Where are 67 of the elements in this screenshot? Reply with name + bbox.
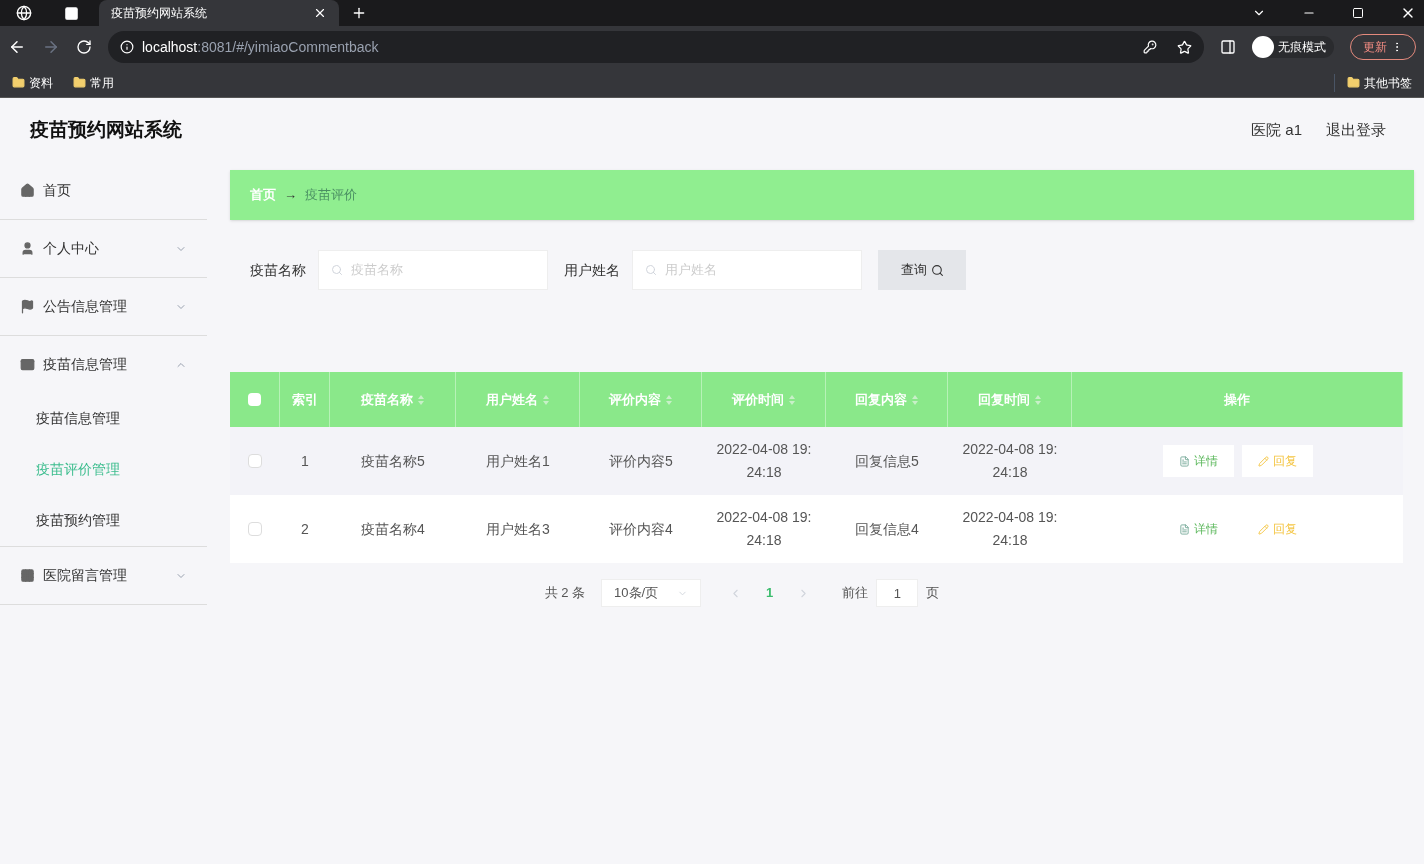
table-cell-text: 2022-04-08 19:24:18 xyxy=(715,440,813,482)
search-icon xyxy=(930,263,944,277)
menu-item[interactable]: 疫苗信息管理 xyxy=(0,336,207,393)
forward-icon[interactable] xyxy=(42,38,60,56)
total-count: 共 2 条 xyxy=(544,584,586,603)
close-icon[interactable] xyxy=(313,6,327,20)
submenu-item[interactable]: 疫苗预约管理 xyxy=(0,495,207,546)
folder-icon xyxy=(73,76,86,89)
tab-title: 疫苗预约网站系统 xyxy=(111,5,208,22)
table-cell-text: 2022-04-08 19:24:18 xyxy=(961,508,1059,550)
bookmark-item[interactable]: 常用 xyxy=(73,73,114,92)
menu-item[interactable]: 个人中心 xyxy=(0,220,207,277)
table-cell-text: 用户姓名3 xyxy=(486,519,550,539)
table-cell-text: 2022-04-08 19:24:18 xyxy=(961,440,1059,482)
tab-group-icon[interactable] xyxy=(64,5,79,21)
menu-item[interactable]: 医院留言管理 xyxy=(0,547,207,604)
table-cell-text: 评价内容5 xyxy=(609,451,673,471)
back-icon[interactable] xyxy=(8,38,26,56)
info-icon[interactable] xyxy=(120,40,134,54)
menu-item[interactable]: 公告信息管理 xyxy=(0,278,207,335)
new-tab-icon[interactable] xyxy=(351,5,367,21)
profile-chip[interactable]: 无痕模式 xyxy=(1252,36,1334,58)
checkbox[interactable] xyxy=(248,522,262,536)
table-cell-text: 评价内容4 xyxy=(609,519,673,539)
submenu-item[interactable]: 疫苗信息管理 xyxy=(0,393,207,444)
side-panel-icon[interactable] xyxy=(1220,39,1236,55)
goto-label: 前往 xyxy=(842,584,869,603)
search-icon xyxy=(645,264,657,276)
document-icon xyxy=(1178,523,1190,535)
table-cell-text: 回复信息5 xyxy=(855,451,919,471)
field-label: 用户姓名 xyxy=(564,260,620,280)
goto-suffix: 页 xyxy=(926,584,940,603)
table-cell-text: 疫苗名称5 xyxy=(361,451,425,471)
reload-icon[interactable] xyxy=(76,39,92,55)
document-icon xyxy=(1178,455,1190,467)
menu-item[interactable]: 首页 xyxy=(0,162,207,219)
breadcrumb-current: 疫苗评价 xyxy=(305,186,357,205)
url-text: localhost:8081/#/yimiaoCommentback xyxy=(142,37,380,57)
pencil-icon xyxy=(1257,523,1269,535)
table-cell-text: 2022-04-08 19:24:18 xyxy=(715,508,813,550)
checkbox[interactable] xyxy=(248,393,261,406)
restore-icon[interactable] xyxy=(1352,7,1364,19)
site-title: 疫苗预约网站系统 xyxy=(30,117,182,142)
checkbox[interactable] xyxy=(248,454,262,468)
table-cell-text: 2 xyxy=(301,519,309,539)
user-name: 医院 a1 xyxy=(1251,119,1302,140)
breadcrumb-separator: → xyxy=(284,186,297,205)
folder-icon xyxy=(12,76,25,89)
query-button[interactable]: 查询 xyxy=(878,250,966,290)
pencil-icon xyxy=(1257,455,1269,467)
browser-tab[interactable]: 疫苗预约网站系统 xyxy=(99,0,339,26)
address-bar[interactable]: localhost:8081/#/yimiaoCommentback xyxy=(108,31,1204,63)
page-size-select[interactable]: 10条/页 xyxy=(601,579,702,607)
folder-icon xyxy=(1347,76,1360,89)
table-cell-text: 疫苗名称4 xyxy=(361,519,425,539)
table-cell-text: 1 xyxy=(301,451,309,471)
field-label: 疫苗名称 xyxy=(250,260,306,280)
goto-page-field[interactable]: 1 xyxy=(876,579,919,607)
globe-icon[interactable] xyxy=(16,5,32,21)
key-icon[interactable] xyxy=(1143,40,1157,54)
bookmark-item[interactable]: 其他书签 xyxy=(1334,73,1412,92)
bookmark-star-icon[interactable] xyxy=(1177,39,1192,55)
logout-link[interactable]: 退出登录 xyxy=(1326,118,1386,142)
bookmark-item[interactable]: 资料 xyxy=(12,73,53,92)
search-icon xyxy=(331,264,343,276)
table-cell-text: 回复信息4 xyxy=(855,519,919,539)
table-cell-text: 用户姓名1 xyxy=(486,451,550,471)
